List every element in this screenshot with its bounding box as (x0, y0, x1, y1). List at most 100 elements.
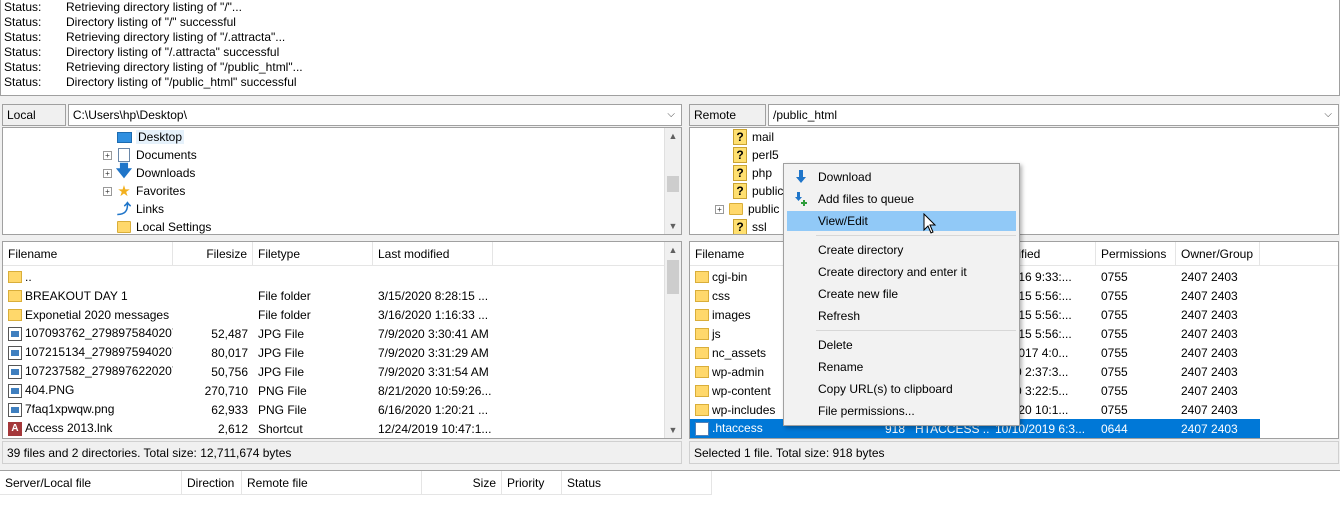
tree-item-public-html[interactable]: + public (715, 200, 779, 218)
local-file-row[interactable]: 107093762_2798975840207... 52,487 JPG File… (3, 324, 493, 343)
local-list-scrollbar[interactable]: ▲ ▼ (664, 242, 681, 438)
local-directory-tree[interactable]: Desktop + Documents + 🡇 Downloads + ★ Fa… (2, 127, 682, 235)
local-tree-scrollbar[interactable]: ▲ ▼ (664, 128, 681, 234)
col-filename[interactable]: Filename (3, 242, 173, 266)
tree-item-label: php (752, 166, 773, 180)
expand-icon[interactable]: + (103, 186, 112, 196)
cell-text: 0755 (1101, 345, 1128, 360)
menu-item-label: File permissions... (818, 404, 915, 418)
cell-type: PNG File (253, 384, 373, 398)
local-file-row[interactable]: BREAKOUT DAY 1 File folder 3/15/2020 8:28:… (3, 286, 493, 305)
folder-icon (695, 290, 709, 303)
col-direction[interactable]: Direction (182, 471, 242, 495)
expand-icon[interactable]: + (715, 204, 724, 214)
tree-item-label: Desktop (136, 130, 185, 144)
col-priority[interactable]: Priority (502, 471, 562, 495)
cell-size: 50,756 (173, 365, 253, 379)
menu-item-refresh[interactable]: Refresh (787, 306, 1016, 326)
scroll-up-icon[interactable]: ▲ (665, 242, 681, 258)
cell-text: 2407 2403 (1181, 345, 1238, 360)
local-path-combo[interactable]: C:\Users\hp\Desktop\ ⌵ (67, 104, 682, 126)
cell-text: 7/9/2020 3:31:54 AM (378, 364, 489, 379)
col-permissions[interactable]: Permissions (1096, 242, 1176, 266)
downloads-icon: 🡇 (115, 162, 133, 180)
menu-separator (816, 330, 1016, 331)
col-status[interactable]: Status (562, 471, 712, 495)
cell-text: 2407 2403 (1181, 402, 1238, 417)
cell-modified: 6/16/2020 1:20:21 ... (373, 403, 493, 417)
menu-item-create-directory[interactable]: Create directory (787, 240, 1016, 260)
menu-item-create-new-file[interactable]: Create new file (787, 284, 1016, 304)
tree-item-public[interactable]: ? public (732, 182, 783, 200)
image-file-icon (8, 383, 22, 398)
tree-item-favorites[interactable]: + ★ Favorites (103, 182, 185, 200)
cell-text: 2407 2403 (1181, 288, 1238, 303)
unknown-folder-icon: ? (732, 183, 748, 199)
local-file-list[interactable]: Filename Filesize Filetype Last modified… (2, 241, 682, 439)
menu-item-create-directory-enter[interactable]: Create directory and enter it (787, 262, 1016, 282)
col-size[interactable]: Size (422, 471, 502, 495)
cell-name: .. (3, 270, 173, 284)
local-file-row[interactable]: .. (3, 267, 493, 286)
chevron-down-icon[interactable]: ⌵ (1324, 109, 1332, 120)
cell-size: 80,017 (173, 346, 253, 360)
tree-item-downloads[interactable]: + 🡇 Downloads (103, 162, 195, 182)
col-filesize[interactable]: Filesize (173, 242, 253, 266)
menu-item-copy-url[interactable]: Copy URL(s) to clipboard (787, 379, 1016, 399)
menu-item-rename[interactable]: Rename (787, 357, 1016, 377)
menu-item-add-files-to-queue[interactable]: Add files to queue (787, 189, 1016, 209)
cell-size: 52,487 (173, 327, 253, 341)
menu-item-file-permissions[interactable]: File permissions... (787, 401, 1016, 421)
col-server-local-file[interactable]: Server/Local file (0, 471, 182, 495)
remote-path-combo[interactable]: /public_html ⌵ (768, 104, 1339, 126)
menu-item-view-edit[interactable]: View/Edit (787, 211, 1016, 231)
scroll-down-icon[interactable]: ▼ (665, 218, 681, 234)
folder-icon (695, 385, 709, 398)
tree-item-php[interactable]: ? php (732, 164, 772, 182)
transfer-queue[interactable]: Server/Local file Direction Remote file … (0, 470, 1340, 532)
cell-modified: 7/9/2020 3:31:54 AM (373, 365, 493, 379)
tree-item-links[interactable]: ⤴ Links (116, 200, 164, 218)
folder-icon (8, 290, 22, 303)
tree-item-ssl[interactable]: ? ssl (732, 218, 767, 234)
cell-size: 62,933 (173, 403, 253, 417)
folder-icon (116, 219, 132, 234)
folder-icon (728, 201, 744, 217)
local-file-row[interactable]: A Access 2013.lnk 2,612 Shortcut 12/24/2019 … (3, 419, 493, 438)
cell-text: 2407 2403 (1181, 421, 1238, 436)
scroll-thumb[interactable] (667, 176, 679, 192)
log-line: Status: Directory listing of "/" successf… (1, 15, 1339, 30)
tree-item-local-settings[interactable]: Local Settings (116, 218, 211, 234)
menu-item-delete[interactable]: Delete (787, 335, 1016, 355)
cell-modified: 8/21/2020 10:59:26... (373, 384, 493, 398)
col-filetype[interactable]: Filetype (253, 242, 373, 266)
local-file-row[interactable]: 107215134_2798975940207... 80,017 JPG File… (3, 343, 493, 362)
tree-item-desktop[interactable]: Desktop (103, 128, 185, 146)
scroll-down-icon[interactable]: ▼ (665, 422, 681, 438)
local-file-row[interactable]: Exponetial 2020 messages File folder 3/16/… (3, 305, 493, 324)
col-remote-file[interactable]: Remote file (242, 471, 422, 495)
cell-text: images (712, 307, 751, 322)
expand-icon[interactable]: + (103, 168, 112, 178)
log-label: Status: (4, 45, 42, 59)
chevron-down-icon[interactable]: ⌵ (667, 109, 675, 120)
scroll-up-icon[interactable]: ▲ (665, 128, 681, 144)
tree-item-label: public (748, 202, 780, 216)
local-file-row[interactable]: 7faq1xpwqw.png 62,933 PNG File 6/16/2020 1:… (3, 400, 493, 419)
col-owner-group[interactable]: Owner/Group (1176, 242, 1260, 266)
queue-header: Server/Local file Direction Remote file … (0, 471, 712, 495)
cell-modified: 3/16/2020 1:16:33 ... (373, 308, 493, 322)
scroll-thumb[interactable] (667, 260, 679, 294)
tree-item-perl5[interactable]: ? perl5 (732, 146, 779, 164)
cell-text: 0755 (1101, 402, 1128, 417)
cell-text: wp-content (712, 383, 771, 398)
local-file-row[interactable]: 404.PNG 270,710 PNG File 8/21/2020 10:59:26… (3, 381, 493, 400)
tree-item-mail[interactable]: ? mail (732, 128, 774, 146)
local-file-row[interactable]: 107237582_2798976220207... 50,756 JPG File… (3, 362, 493, 381)
col-last-modified[interactable]: Last modified (373, 242, 493, 266)
message-log[interactable]: Status: Retrieving directory listing of "… (0, 0, 1340, 96)
expand-icon[interactable]: + (103, 150, 112, 160)
menu-item-label: Refresh (818, 309, 861, 323)
cell-size: 2,612 (173, 422, 253, 436)
menu-item-download[interactable]: Download (787, 167, 1016, 187)
